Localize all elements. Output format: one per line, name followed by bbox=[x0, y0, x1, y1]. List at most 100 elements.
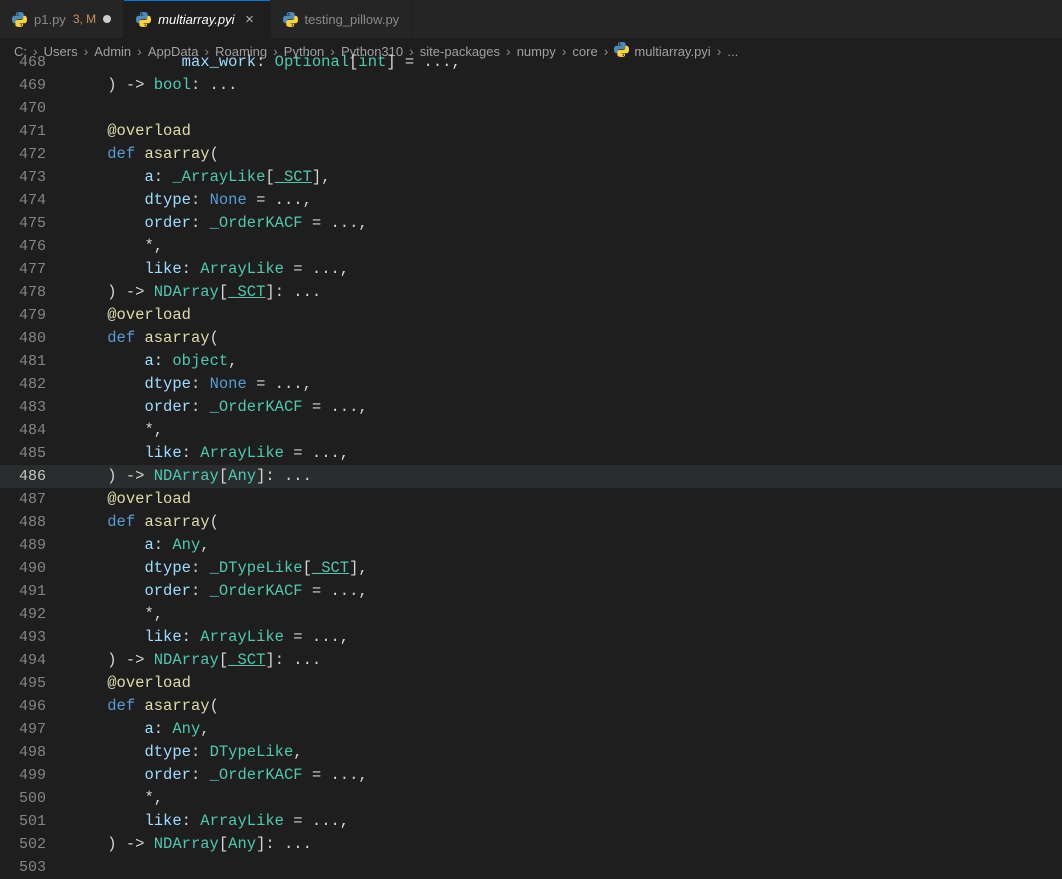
line-number: 469 bbox=[0, 74, 70, 97]
code-line[interactable]: 482 dtype: None = ..., bbox=[0, 373, 1062, 396]
code-line[interactable]: 491 order: _OrderKACF = ..., bbox=[0, 580, 1062, 603]
code-line[interactable]: 477 like: ArrayLike = ..., bbox=[0, 258, 1062, 281]
code-line[interactable]: 486 ) -> NDArray[Any]: ... bbox=[0, 465, 1062, 488]
close-icon[interactable]: × bbox=[242, 11, 258, 27]
code-line[interactable]: 470 bbox=[0, 97, 1062, 120]
code-line[interactable]: 495 @overload bbox=[0, 672, 1062, 695]
line-number: 484 bbox=[0, 419, 70, 442]
code-line[interactable]: 475 order: _OrderKACF = ..., bbox=[0, 212, 1062, 235]
code-line[interactable]: 489 a: Any, bbox=[0, 534, 1062, 557]
code-content bbox=[70, 97, 107, 120]
code-line[interactable]: 496 def asarray( bbox=[0, 695, 1062, 718]
line-number: 478 bbox=[0, 281, 70, 304]
tab-multiarray-pyi[interactable]: multiarray.pyi × bbox=[124, 0, 270, 38]
code-content: ) -> NDArray[Any]: ... bbox=[70, 465, 312, 488]
line-number: 471 bbox=[0, 120, 70, 143]
code-line[interactable]: 502 ) -> NDArray[Any]: ... bbox=[0, 833, 1062, 856]
code-content: order: _OrderKACF = ..., bbox=[70, 764, 368, 787]
line-number: 499 bbox=[0, 764, 70, 787]
tab-p1-py[interactable]: p1.py 3, M bbox=[0, 0, 124, 38]
code-content: ) -> NDArray[_SCT]: ... bbox=[70, 281, 321, 304]
line-number: 474 bbox=[0, 189, 70, 212]
git-status: 3, M bbox=[73, 12, 96, 26]
code-line[interactable]: 468 max_work: Optional[int] = ..., bbox=[0, 51, 1062, 74]
code-line[interactable]: 480 def asarray( bbox=[0, 327, 1062, 350]
line-number: 490 bbox=[0, 557, 70, 580]
code-line[interactable]: 501 like: ArrayLike = ..., bbox=[0, 810, 1062, 833]
code-content: *, bbox=[70, 603, 163, 626]
line-number: 482 bbox=[0, 373, 70, 396]
code-content: order: _OrderKACF = ..., bbox=[70, 396, 368, 419]
line-number: 494 bbox=[0, 649, 70, 672]
code-line[interactable]: 479 @overload bbox=[0, 304, 1062, 327]
code-line[interactable]: 469 ) -> bool: ... bbox=[0, 74, 1062, 97]
code-line[interactable]: 488 def asarray( bbox=[0, 511, 1062, 534]
code-content: @overload bbox=[70, 672, 191, 695]
line-number: 477 bbox=[0, 258, 70, 281]
line-number: 493 bbox=[0, 626, 70, 649]
line-number: 492 bbox=[0, 603, 70, 626]
code-content: *, bbox=[70, 235, 163, 258]
line-number: 481 bbox=[0, 350, 70, 373]
tab-bar: p1.py 3, M multiarray.pyi × testing_pillow.p… bbox=[0, 0, 1062, 38]
code-line[interactable]: 490 dtype: _DTypeLike[_SCT], bbox=[0, 557, 1062, 580]
code-content: *, bbox=[70, 419, 163, 442]
code-content: dtype: DTypeLike, bbox=[70, 741, 303, 764]
line-number: 476 bbox=[0, 235, 70, 258]
code-line[interactable]: 494 ) -> NDArray[_SCT]: ... bbox=[0, 649, 1062, 672]
code-line[interactable]: 483 order: _OrderKACF = ..., bbox=[0, 396, 1062, 419]
code-content: dtype: _DTypeLike[_SCT], bbox=[70, 557, 368, 580]
code-line[interactable]: 473 a: _ArrayLike[_SCT], bbox=[0, 166, 1062, 189]
line-number: 468 bbox=[0, 51, 70, 74]
code-editor[interactable]: 468 max_work: Optional[int] = ...,469 ) … bbox=[0, 51, 1062, 879]
code-line[interactable]: 471 @overload bbox=[0, 120, 1062, 143]
code-line[interactable]: 492 *, bbox=[0, 603, 1062, 626]
line-number: 475 bbox=[0, 212, 70, 235]
code-content: a: object, bbox=[70, 350, 237, 373]
code-content: @overload bbox=[70, 488, 191, 511]
code-content: like: ArrayLike = ..., bbox=[70, 442, 349, 465]
tab-label: p1.py bbox=[34, 12, 66, 27]
code-line[interactable]: 493 like: ArrayLike = ..., bbox=[0, 626, 1062, 649]
code-content: ) -> NDArray[_SCT]: ... bbox=[70, 649, 321, 672]
python-file-icon bbox=[283, 12, 298, 27]
tab-label: multiarray.pyi bbox=[158, 12, 234, 27]
code-content: order: _OrderKACF = ..., bbox=[70, 580, 368, 603]
code-line[interactable]: 485 like: ArrayLike = ..., bbox=[0, 442, 1062, 465]
code-content: def asarray( bbox=[70, 695, 219, 718]
line-number: 502 bbox=[0, 833, 70, 856]
code-content: @overload bbox=[70, 304, 191, 327]
code-line[interactable]: 474 dtype: None = ..., bbox=[0, 189, 1062, 212]
code-content: *, bbox=[70, 787, 163, 810]
line-number: 470 bbox=[0, 97, 70, 120]
code-line[interactable]: 476 *, bbox=[0, 235, 1062, 258]
code-content: order: _OrderKACF = ..., bbox=[70, 212, 368, 235]
line-number: 486 bbox=[0, 465, 70, 488]
line-number: 483 bbox=[0, 396, 70, 419]
tab-testing_pillow-py[interactable]: testing_pillow.py bbox=[271, 0, 413, 38]
python-file-icon bbox=[12, 12, 27, 27]
code-line[interactable]: 500 *, bbox=[0, 787, 1062, 810]
code-line[interactable]: 478 ) -> NDArray[_SCT]: ... bbox=[0, 281, 1062, 304]
code-content: ) -> NDArray[Any]: ... bbox=[70, 833, 312, 856]
line-number: 497 bbox=[0, 718, 70, 741]
code-content: @overload bbox=[70, 120, 191, 143]
code-line[interactable]: 481 a: object, bbox=[0, 350, 1062, 373]
line-number: 488 bbox=[0, 511, 70, 534]
code-content: def asarray( bbox=[70, 327, 219, 350]
code-line[interactable]: 497 a: Any, bbox=[0, 718, 1062, 741]
line-number: 473 bbox=[0, 166, 70, 189]
code-content: dtype: None = ..., bbox=[70, 373, 312, 396]
code-content: a: _ArrayLike[_SCT], bbox=[70, 166, 331, 189]
code-line[interactable]: 484 *, bbox=[0, 419, 1062, 442]
code-content: ) -> bool: ... bbox=[70, 74, 237, 97]
line-number: 491 bbox=[0, 580, 70, 603]
code-content: a: Any, bbox=[70, 534, 210, 557]
line-number: 480 bbox=[0, 327, 70, 350]
code-content: like: ArrayLike = ..., bbox=[70, 258, 349, 281]
code-line[interactable]: 498 dtype: DTypeLike, bbox=[0, 741, 1062, 764]
code-line[interactable]: 487 @overload bbox=[0, 488, 1062, 511]
code-line[interactable]: 472 def asarray( bbox=[0, 143, 1062, 166]
code-line[interactable]: 499 order: _OrderKACF = ..., bbox=[0, 764, 1062, 787]
line-number: 498 bbox=[0, 741, 70, 764]
